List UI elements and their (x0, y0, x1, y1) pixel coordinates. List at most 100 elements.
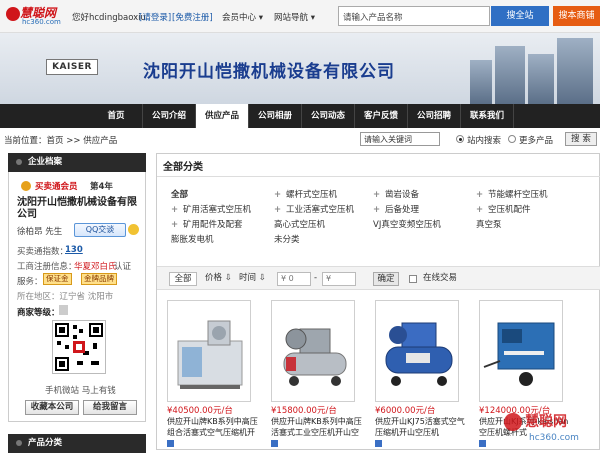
login-link[interactable]: [请登录] (139, 11, 171, 23)
sort-time-button[interactable]: 时间 ⇩ (239, 272, 266, 286)
global-search-input[interactable]: 请输入产品名称 (338, 6, 490, 26)
nav-feedback[interactable]: 客户反馈 (355, 104, 408, 128)
radio-site-search-label: 站内搜索 (467, 136, 502, 146)
category-item[interactable]: + 凿岩设备 (373, 188, 419, 200)
product-category-header: 产品分类 (8, 434, 146, 453)
all-categories-title: 全部分类 (163, 162, 203, 173)
site-logo[interactable]: 慧聪网 hc360.com (6, 4, 70, 28)
category-item[interactable]: 全部 (171, 188, 188, 200)
category-item[interactable]: + 空压机配件 (476, 203, 531, 215)
nav-contact[interactable]: 联系我们 (461, 104, 514, 128)
merchant-level-icon (59, 305, 68, 315)
location-text: 所在地区：辽宁省 沈阳市 (17, 292, 114, 302)
radio-more-products[interactable] (508, 135, 516, 143)
category-item[interactable]: VJ真空变频空压机 (373, 218, 441, 230)
logo-subtext: hc360.com (22, 18, 61, 26)
expand-plus-icon: + (171, 205, 179, 215)
product-image[interactable] (479, 300, 563, 402)
nav-products[interactable]: 供应产品 (196, 104, 249, 128)
product-card[interactable]: ¥40500.00元/台 供应开山牌KB系列中高压组合活塞式空气压缩机开山空 (157, 300, 259, 450)
sort-price-button[interactable]: 价格 ⇩ (205, 272, 232, 286)
registration-label: 工商注册信息： (17, 262, 77, 272)
online-trade-label: 在线交易 (423, 273, 458, 283)
collect-company-button[interactable]: 收藏本公司 (25, 400, 79, 415)
greeting-text: 您好hcdingbaoxiu (72, 13, 146, 23)
product-card[interactable]: ¥15800.00元/台 供应开山牌KB系列中高压活塞式工业空压机开山空压机 (261, 300, 363, 450)
filter-all-button[interactable]: 全部 (169, 272, 197, 286)
product-image[interactable] (167, 300, 251, 402)
member-medal-icon (21, 181, 31, 191)
category-item[interactable]: + 后备处理 (373, 203, 419, 215)
member-years: 第4年 (90, 182, 113, 192)
qq-chat-button[interactable]: QQ交谈 (74, 223, 126, 237)
product-price: ¥6000.00元/台 (375, 406, 436, 416)
contact-person: 徐柏昂 先生 (17, 227, 63, 237)
radio-site-search[interactable] (456, 135, 464, 143)
shop-search-button[interactable]: 搜 索 (565, 132, 597, 146)
building-graphic (495, 46, 525, 104)
expand-plus-icon: + (476, 205, 484, 215)
category-item[interactable]: + 节能螺杆空压机 (476, 188, 548, 200)
building-graphic (470, 60, 492, 104)
leave-message-button[interactable]: 给我留言 (83, 400, 137, 415)
company-title: 沈阳开山恺撒机械设备有限公司 (143, 62, 395, 82)
register-link[interactable]: [免费注册] (172, 11, 213, 23)
category-item[interactable]: + 螺杆式空压机 (274, 188, 337, 200)
nav-jobs[interactable]: 公司招聘 (408, 104, 461, 128)
product-card[interactable]: ¥6000.00元/台 供应开山KJ75活塞式空气压缩机开山空压机 (365, 300, 465, 450)
breadcrumb-home[interactable]: 首页 (47, 136, 64, 146)
price-to-input[interactable]: ¥ (322, 272, 356, 286)
search-all-button[interactable]: 搜全站 (491, 6, 549, 26)
nav-about[interactable]: 公司介绍 (143, 104, 196, 128)
sort-arrow-icon: ⇩ (258, 273, 266, 283)
category-item[interactable]: 真空泵 (476, 218, 502, 230)
member-center-menu[interactable]: 会员中心 ▾ (222, 11, 263, 23)
product-price: ¥40500.00元/台 (167, 406, 233, 416)
sort-arrow-icon: ⇩ (224, 273, 232, 283)
search-shop-button[interactable]: 搜本商铺 (553, 6, 600, 26)
qq-icon[interactable] (128, 224, 139, 235)
category-item[interactable]: + 矿用活塞式空压机 (171, 203, 251, 215)
price-from-input[interactable]: ¥ 0 (277, 272, 311, 286)
sidebar: 企业档案 买卖通会员 第4年 沈阳开山恺撒机械设备有限公司 徐柏昂 先生 QQ交… (8, 153, 146, 453)
product-name-link[interactable]: 供应开山KJ75活塞式空气压缩机开山空压机 (375, 417, 467, 438)
breadcrumb-sep: >> (66, 136, 81, 146)
category-item[interactable]: + 工业活塞式空压机 (274, 203, 354, 215)
index-label: 买卖通指数： (17, 247, 69, 257)
company-banner: KAISER 沈阳开山恺撒机械设备有限公司 (0, 33, 600, 104)
qr-code (52, 320, 106, 374)
sidebar-company-name: 沈阳开山恺撒机械设备有限公司 (17, 197, 137, 220)
product-name-link[interactable]: 供应开山牌KB系列中高压活塞式工业空压机开山空压机 (271, 417, 363, 438)
category-item[interactable]: 膨胀发电机 (171, 233, 214, 245)
category-item[interactable]: + 矿用配件及配套 (171, 218, 243, 230)
expand-plus-icon: + (373, 190, 381, 200)
price-filter-ok-button[interactable]: 确定 (373, 272, 399, 286)
expand-plus-icon: + (476, 190, 484, 200)
nav-home[interactable]: 首页 (90, 104, 143, 128)
nav-news[interactable]: 公司动态 (302, 104, 355, 128)
nav-album[interactable]: 公司相册 (249, 104, 302, 128)
index-value-link[interactable]: 130 (65, 245, 83, 255)
deposit-badge[interactable]: 保证金 (43, 273, 72, 285)
product-image[interactable] (375, 300, 459, 402)
verified-icon (375, 440, 382, 447)
gold-brand-badge[interactable]: 金牌品牌 (81, 273, 117, 285)
category-item[interactable]: 未分类 (274, 233, 300, 245)
svg-text:hc360.com: hc360.com (529, 433, 579, 443)
expand-plus-icon: + (171, 220, 179, 230)
verified-icon (479, 440, 486, 447)
verified-icon (271, 440, 278, 447)
online-trade-checkbox[interactable] (409, 275, 417, 283)
radio-more-products-label: 更多产品 (519, 136, 554, 146)
product-name-link[interactable]: 供应开山牌KB系列中高压组合活塞式空气压缩机开山空 (167, 417, 259, 438)
site-nav-menu[interactable]: 网站导航 ▾ (274, 11, 315, 23)
shop-search-input[interactable]: 请输入关键词 (360, 132, 440, 146)
registration-value-link[interactable]: 华夏邓白氏 (74, 260, 117, 272)
svg-text:慧聪网: 慧聪网 (525, 413, 567, 430)
company-profile-body: 买卖通会员 第4年 沈阳开山恺撒机械设备有限公司 徐柏昂 先生 QQ交谈 买卖通… (8, 172, 146, 422)
product-image[interactable] (271, 300, 355, 402)
building-graphic (557, 38, 593, 104)
building-graphic (528, 54, 554, 104)
category-item[interactable]: 高心式空压机 (274, 218, 325, 230)
company-profile-header: 企业档案 (8, 153, 146, 172)
